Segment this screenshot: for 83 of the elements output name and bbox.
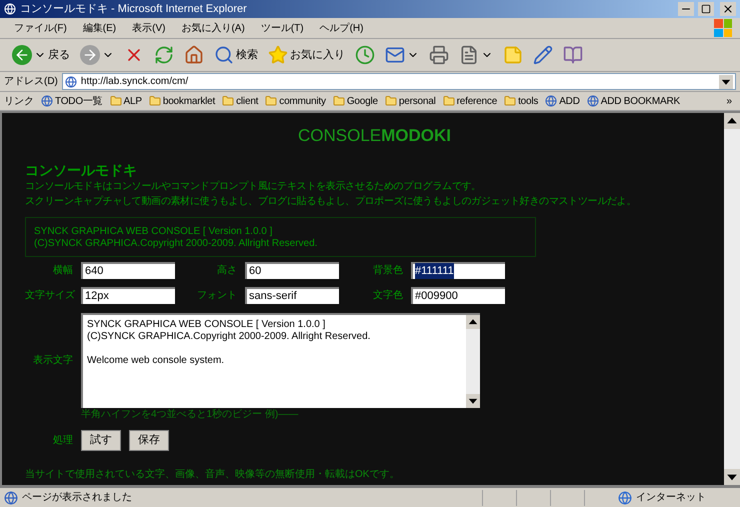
field-label: 文字色 <box>372 288 403 302</box>
input-field[interactable]: 60 <box>245 262 339 278</box>
menu-item[interactable]: ツール(T) <box>254 20 310 36</box>
link-button[interactable]: client <box>222 94 258 108</box>
folder-icon <box>504 95 516 107</box>
form-button[interactable]: 保存 <box>129 430 169 450</box>
search-button[interactable]: 検索 <box>210 42 262 68</box>
minimize-button[interactable] <box>678 2 694 16</box>
address-field[interactable]: http://lab.synck.com/cm/ <box>62 73 736 90</box>
input-field[interactable]: #111111 <box>411 262 505 278</box>
text-area[interactable]: SYNCK GRAPHICA WEB CONSOLE [ Version 1.0.0 ] (C)SYNCK GRAPHICA.Copyright 2000-2009. Allright Reserved. Welcome web console system. <box>81 312 480 408</box>
link-button[interactable]: community <box>265 94 326 108</box>
menu-item[interactable]: ヘルプ(H) <box>314 20 370 36</box>
book-icon <box>563 45 583 65</box>
field-label: 背景色 <box>372 264 403 278</box>
back-button[interactable]: 戻る <box>8 42 74 68</box>
clock-icon <box>355 45 375 65</box>
maximize-icon <box>701 4 711 14</box>
link-button[interactable]: tools <box>504 94 538 108</box>
link-button[interactable]: TODO一覧 <box>41 94 103 108</box>
status-text: ページが表示されました <box>22 490 133 505</box>
page-heading: コンソールモドキ <box>25 160 138 178</box>
intro-text: スクリーンキャプチャして動画の素材に使うもよし、ブログに貼るもよし、プロポーズに使うもよしのガジェット好きのマストツールだよ。 <box>25 194 638 208</box>
preview-line: SYNCK GRAPHICA WEB CONSOLE [ Version 1.0.0 ] <box>34 226 274 238</box>
input-field[interactable]: #009900 <box>411 286 505 304</box>
document-icon <box>459 45 479 65</box>
link-button[interactable]: ADD BOOKMARK <box>586 94 680 108</box>
folder-icon <box>332 95 345 107</box>
close-icon <box>722 3 734 15</box>
globe-icon <box>618 490 632 504</box>
field-label: 高さ <box>216 264 237 278</box>
preview-line: (C)SYNCK GRAPHICA.Copyright 2000-2009. Allright Reserved. <box>34 238 318 250</box>
footer-text: 当サイトで使用されている文字、画像、音声、映像等の無断使用・転載はOKです。 <box>25 469 400 481</box>
folder-icon <box>222 95 234 107</box>
favorites-button[interactable]: お気に入り <box>264 42 349 68</box>
windows-logo-icon <box>714 19 732 37</box>
printer-icon <box>429 45 449 65</box>
address-label: アドレス(D) <box>4 75 58 89</box>
folder-icon <box>148 95 161 107</box>
field-label: 表示文字 <box>32 354 73 368</box>
folder-icon <box>110 95 122 107</box>
field-label: 文字サイズ <box>25 288 73 302</box>
window-title: コンソールモドキ - Microsoft Internet Explorer <box>20 2 248 17</box>
link-button[interactable]: reference <box>442 94 498 108</box>
hint-text: 半角ハイフンを4つ並べると1秒のビジー 例)―― <box>81 408 300 420</box>
text-line: Welcome web console system. <box>87 354 226 366</box>
search-icon <box>214 45 234 65</box>
link-button[interactable]: ALP <box>110 94 142 108</box>
menu-item[interactable]: ファイル(F) <box>8 20 73 36</box>
input-field[interactable]: 640 <box>81 262 175 278</box>
links-label: リンク <box>4 94 34 108</box>
menu-item[interactable]: 表示(V) <box>126 20 172 36</box>
field-label: 横幅 <box>52 264 73 278</box>
link-button[interactable]: Google <box>332 94 378 108</box>
folder-icon <box>384 95 397 107</box>
text-line: SYNCK GRAPHICA WEB CONSOLE [ Version 1.0.0 ] <box>87 318 326 330</box>
close-button[interactable] <box>720 2 736 16</box>
zone-text: インターネット <box>636 491 707 505</box>
input-field[interactable]: sans-serif <box>245 286 339 304</box>
link-button[interactable]: personal <box>384 94 436 108</box>
input-field[interactable]: 12px <box>81 286 175 304</box>
field-label: フォント <box>196 288 237 302</box>
field-label: 処理 <box>52 434 73 448</box>
intro-text: コンソールモドキはコンソールやコマンドプロンプト風にテキストを表示させるためのプログラムです。 <box>25 180 482 194</box>
star-icon <box>268 45 288 65</box>
pencil-icon <box>533 45 553 65</box>
form-button[interactable]: 試す <box>81 430 121 450</box>
link-button[interactable]: ADD <box>545 94 580 108</box>
address-text: http://lab.synck.com/cm/ <box>80 75 190 89</box>
link-button[interactable]: bookmarklet <box>148 94 216 108</box>
home-icon <box>184 45 204 65</box>
note-icon <box>503 45 523 65</box>
more-links-button[interactable]: » <box>726 94 736 108</box>
mail-icon <box>385 45 405 65</box>
site-logo: CONSOLEMODOKI <box>298 126 452 145</box>
maximize-button[interactable] <box>698 2 714 16</box>
text-line: (C)SYNCK GRAPHICA.Copyright 2000-2009. Allright Reserved. <box>87 330 372 342</box>
browser-icon <box>4 3 16 15</box>
folder-icon <box>442 95 455 107</box>
refresh-icon <box>154 45 174 65</box>
menu-item[interactable]: お気に入り(A) <box>175 20 251 36</box>
menu-item[interactable]: 編集(E) <box>76 20 122 36</box>
folder-icon <box>265 95 278 107</box>
